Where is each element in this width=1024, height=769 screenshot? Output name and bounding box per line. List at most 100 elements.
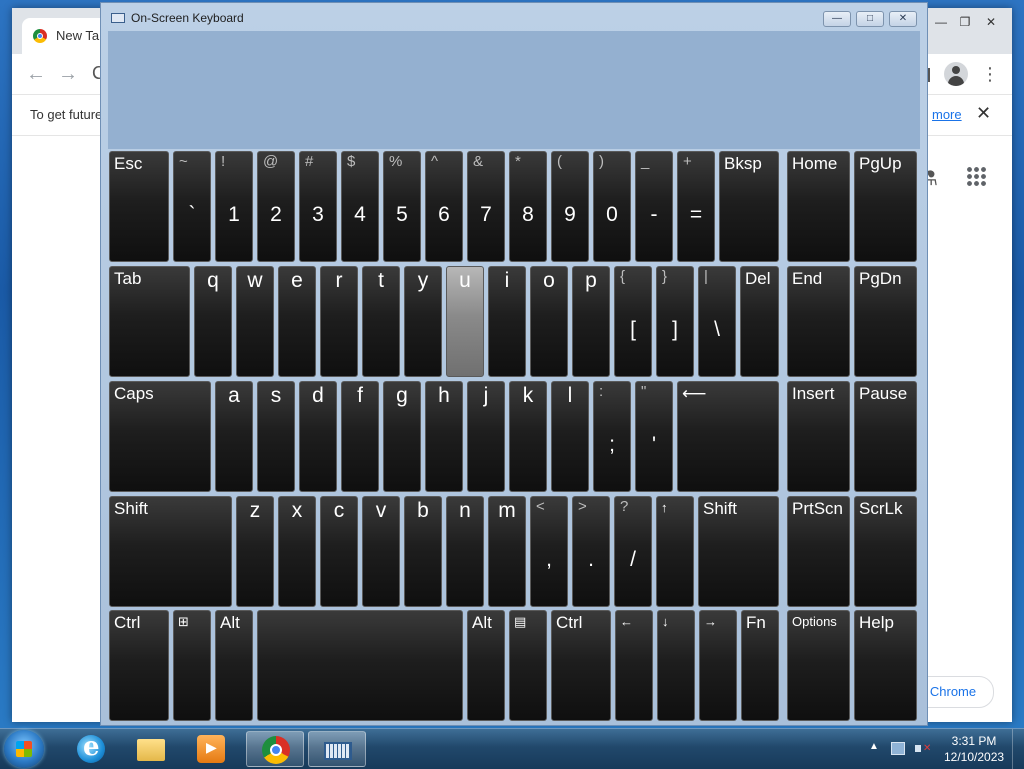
key-⊞[interactable]: ⊞ [173, 610, 211, 721]
key-alt[interactable]: Alt [467, 610, 505, 721]
key-n[interactable]: n [446, 496, 484, 607]
key-u[interactable]: u [446, 266, 484, 377]
key-tab[interactable]: Tab [109, 266, 190, 377]
key-l[interactable]: l [551, 381, 589, 492]
key-r[interactable]: r [320, 266, 358, 377]
key-o[interactable]: o [530, 266, 568, 377]
key-options[interactable]: Options [787, 610, 850, 721]
key-shift[interactable]: Shift [698, 496, 779, 607]
tray-expand-icon[interactable]: ▲ [869, 741, 879, 752]
key-s[interactable]: s [257, 381, 295, 492]
key-5[interactable]: % 5 [383, 151, 421, 262]
key-▤[interactable]: ▤ [509, 610, 547, 721]
key-b[interactable]: b [404, 496, 442, 607]
key-shift[interactable]: Shift [109, 496, 232, 607]
key-.[interactable]: >. [572, 496, 610, 607]
key-ctrl[interactable]: Ctrl [109, 610, 169, 721]
key-v[interactable]: v [362, 496, 400, 607]
close-icon[interactable]: ✕ [976, 103, 991, 124]
key-home[interactable]: Home [787, 151, 850, 262]
key-'[interactable]: " ' [635, 381, 673, 492]
key-esc[interactable]: Esc [109, 151, 169, 262]
apps-grid-icon[interactable] [966, 166, 986, 186]
start-button[interactable] [4, 730, 44, 768]
key-k[interactable]: k [509, 381, 547, 492]
key-0[interactable]: ) 0 [593, 151, 631, 262]
clock-time[interactable]: 3:31 PM [944, 734, 1004, 748]
key-2[interactable]: @2 [257, 151, 295, 262]
key-[[interactable]: {[ [614, 266, 652, 377]
key-i[interactable]: i [488, 266, 526, 377]
key-h[interactable]: h [425, 381, 463, 492]
key-;[interactable]: :; [593, 381, 631, 492]
chrome-maximize-button[interactable]: ❐ [952, 14, 978, 30]
taskbar-item-chrome[interactable] [246, 731, 304, 767]
key-scrlk[interactable]: ScrLk [854, 496, 917, 607]
key-pgdn[interactable]: PgDn [854, 266, 917, 377]
key-=[interactable]: + = [677, 151, 715, 262]
key-`[interactable]: ~ ` [173, 151, 211, 262]
key-↓[interactable]: ↓ [657, 610, 695, 721]
taskbar-item-osk[interactable] [308, 731, 366, 767]
key-p[interactable]: p [572, 266, 610, 377]
network-icon[interactable] [891, 742, 905, 755]
key-w[interactable]: w [236, 266, 274, 377]
key-1[interactable]: ! 1 [215, 151, 253, 262]
key-caps[interactable]: Caps [109, 381, 211, 492]
key-→[interactable]: → [699, 610, 737, 721]
key-j[interactable]: j [467, 381, 505, 492]
key-6[interactable]: ^ 6 [425, 151, 463, 262]
key-,[interactable]: <, [530, 496, 568, 607]
key-g[interactable]: g [383, 381, 421, 492]
volume-muted-icon[interactable] [915, 741, 931, 757]
key-alt[interactable]: Alt [215, 610, 253, 721]
key-x[interactable]: x [278, 496, 316, 607]
key-end[interactable]: End [787, 266, 850, 377]
chrome-close-button[interactable]: ✕ [978, 14, 1004, 30]
key-q[interactable]: q [194, 266, 232, 377]
key-label: Caps [114, 384, 154, 403]
key-insert[interactable]: Insert [787, 381, 850, 492]
taskbar-item-media-player[interactable] [182, 731, 240, 767]
key-8[interactable]: * 8 [509, 151, 547, 262]
key-pause[interactable]: Pause [854, 381, 917, 492]
key-4[interactable]: $4 [341, 151, 379, 262]
key-pgup[interactable]: PgUp [854, 151, 917, 262]
key-↑[interactable]: ↑ [656, 496, 694, 607]
key-prtscn[interactable]: PrtScn [787, 496, 850, 607]
key-help[interactable]: Help [854, 610, 917, 721]
key--[interactable]: _ - [635, 151, 673, 262]
key-9[interactable]: (9 [551, 151, 589, 262]
key-c[interactable]: c [320, 496, 358, 607]
chrome-minimize-button[interactable]: — [928, 14, 954, 30]
key-⟵[interactable]: ⟵ [677, 381, 779, 492]
show-desktop-button[interactable] [1012, 729, 1024, 769]
key-m[interactable]: m [488, 496, 526, 607]
menu-icon[interactable]: ⋮ [980, 62, 1000, 86]
taskbar-item-windows-explorer[interactable] [122, 731, 180, 767]
key-7[interactable]: & 7 [467, 151, 505, 262]
key-bksp[interactable]: Bksp [719, 151, 779, 262]
key-e[interactable]: e [278, 266, 316, 377]
taskbar-item-internet-explorer[interactable] [62, 731, 120, 767]
key-/[interactable]: ? / [614, 496, 652, 607]
key-3[interactable]: #3 [299, 151, 337, 262]
infobar-learn-more-link[interactable]: more [932, 107, 962, 122]
key-t[interactable]: t [362, 266, 400, 377]
profile-icon[interactable] [944, 62, 968, 86]
key-z[interactable]: z [236, 496, 274, 607]
key-space[interactable] [257, 610, 463, 721]
back-button[interactable]: ← [22, 60, 50, 88]
key-backslash[interactable]: | \ [698, 266, 736, 377]
key-d[interactable]: d [299, 381, 337, 492]
key-fn[interactable]: Fn [741, 610, 779, 721]
forward-button[interactable]: → [54, 60, 82, 88]
clock-date[interactable]: 12/10/2023 [944, 750, 1004, 764]
key-←[interactable]: ← [615, 610, 653, 721]
key-ctrl[interactable]: Ctrl [551, 610, 611, 721]
key-del[interactable]: Del [740, 266, 779, 377]
key-][interactable]: }] [656, 266, 694, 377]
key-a[interactable]: a [215, 381, 253, 492]
key-f[interactable]: f [341, 381, 379, 492]
key-y[interactable]: y [404, 266, 442, 377]
